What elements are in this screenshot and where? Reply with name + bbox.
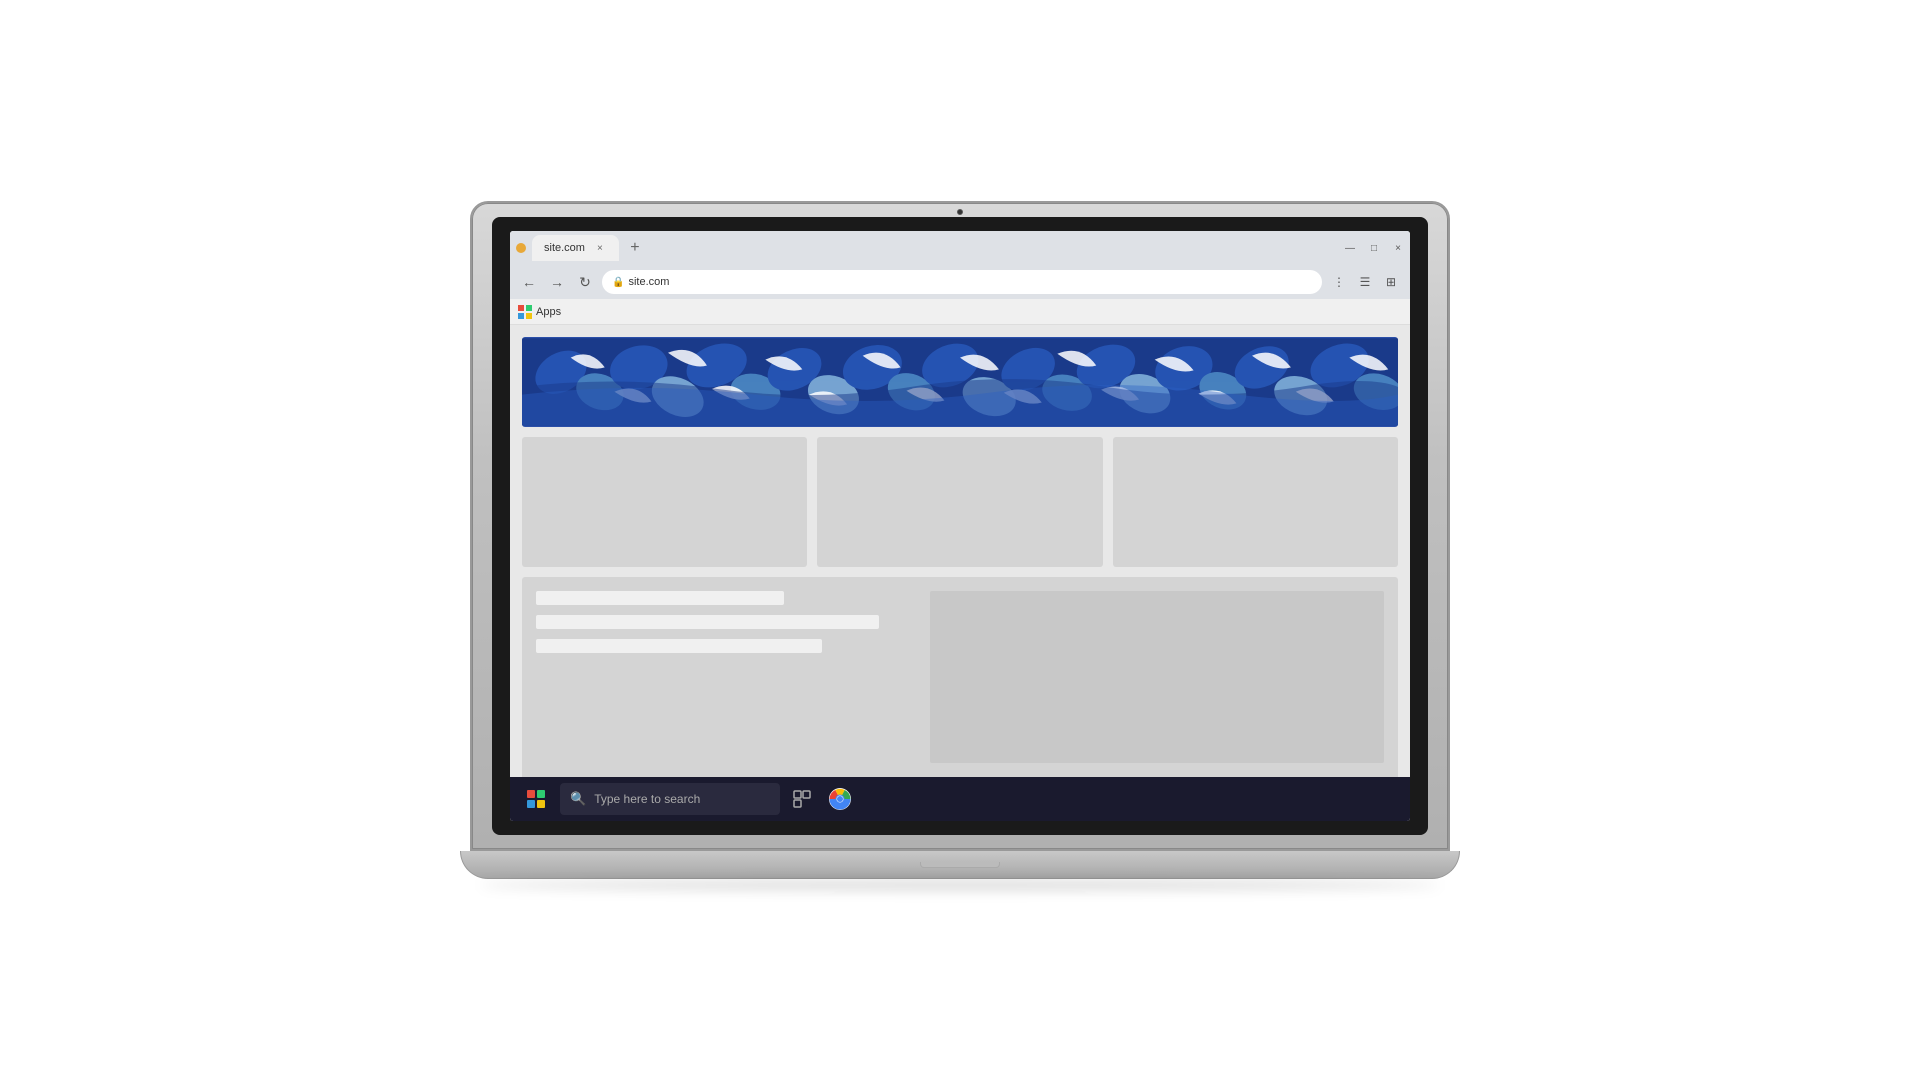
- browser-chrome: site.com × + — □ × ←: [510, 231, 1410, 325]
- search-placeholder-text: Type here to search: [594, 792, 700, 806]
- taskbar: 🔍 Type here to search: [510, 777, 1410, 821]
- address-bar[interactable]: 🔒 site.com: [602, 270, 1322, 294]
- maximize-button[interactable]: □: [1368, 242, 1380, 254]
- content-card-3: [1113, 437, 1398, 567]
- start-button[interactable]: [518, 781, 554, 817]
- laptop-body: site.com × + — □ × ←: [470, 201, 1450, 851]
- laptop-base: [460, 851, 1460, 879]
- new-tab-button[interactable]: +: [623, 236, 647, 260]
- chrome-icon-taskbar[interactable]: [824, 783, 856, 815]
- apps-label: Apps: [536, 306, 561, 318]
- bookmarks-bar: Apps: [510, 299, 1410, 325]
- content-card-2: [817, 437, 1102, 567]
- task-view-button[interactable]: [786, 783, 818, 815]
- browser-tab[interactable]: site.com ×: [532, 235, 619, 261]
- extensions-area: ⋮ ☰ ⊞: [1328, 271, 1402, 293]
- content-left: [536, 591, 918, 763]
- browser-content: 🔍 Type here to search: [510, 325, 1410, 821]
- grid-icon: [518, 305, 532, 319]
- site-content: [510, 325, 1410, 777]
- content-card-1: [522, 437, 807, 567]
- address-bar-row: ← → ↻ 🔒 site.com ⋮ ☰ ⊞: [510, 265, 1410, 299]
- close-button[interactable]: ×: [1392, 242, 1404, 254]
- windows-logo: [527, 790, 545, 808]
- tab-label: site.com: [544, 242, 585, 254]
- refresh-button[interactable]: ↻: [574, 271, 596, 293]
- text-line-2: [536, 615, 879, 629]
- search-icon: 🔍: [570, 791, 586, 807]
- url-text: site.com: [628, 276, 669, 288]
- tab-bar: site.com × + — □ ×: [510, 231, 1410, 265]
- task-view-icon: [793, 790, 811, 808]
- window-controls: — □ ×: [1344, 242, 1404, 254]
- hero-pattern-svg: [522, 337, 1398, 427]
- text-line-3: [536, 639, 822, 653]
- apps-bookmark[interactable]: Apps: [518, 305, 561, 319]
- minimize-button[interactable]: —: [1344, 242, 1356, 254]
- screen-bezel: site.com × + — □ × ←: [492, 217, 1428, 835]
- laptop-container: site.com × + — □ × ←: [430, 160, 1490, 920]
- camera-dot: [957, 209, 963, 215]
- tab-close-button[interactable]: ×: [593, 241, 607, 255]
- text-line-1: [536, 591, 784, 605]
- content-section: [522, 577, 1398, 777]
- ext-btn-3[interactable]: ⊞: [1380, 271, 1402, 293]
- ext-btn-1[interactable]: ⋮: [1328, 271, 1350, 293]
- cards-row: [522, 437, 1398, 567]
- screen: site.com × + — □ × ←: [510, 231, 1410, 821]
- trackpad-notch: [920, 862, 1000, 868]
- ssl-lock-icon: 🔒: [612, 277, 624, 288]
- laptop-shadow: [480, 880, 1440, 890]
- chrome-logo-icon: [828, 787, 852, 811]
- ext-btn-2[interactable]: ☰: [1354, 271, 1376, 293]
- back-button[interactable]: ←: [518, 271, 540, 293]
- tab-favicon: [516, 243, 526, 253]
- content-right: [930, 591, 1384, 763]
- hero-banner: [522, 337, 1398, 427]
- forward-button[interactable]: →: [546, 271, 568, 293]
- taskbar-search-bar[interactable]: 🔍 Type here to search: [560, 783, 780, 815]
